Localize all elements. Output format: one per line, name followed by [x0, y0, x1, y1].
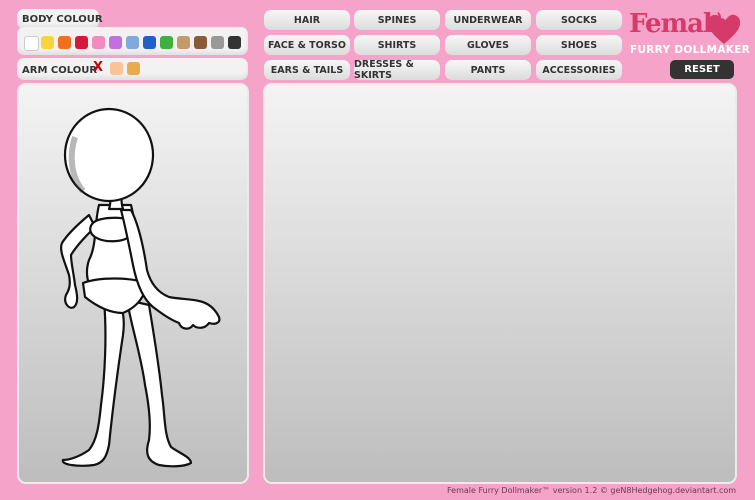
logo-subtitle: FURRY DOLLMAKER	[630, 44, 751, 56]
body-colour-label: BODY COLOUR	[22, 14, 103, 25]
body-colour-swatch[interactable]	[75, 36, 88, 49]
category-button[interactable]: SHOES	[536, 35, 622, 55]
category-button[interactable]: GLOVES	[445, 35, 531, 55]
heart-logo-icon	[707, 12, 741, 44]
category-button[interactable]: ACCESSORIES	[536, 60, 622, 80]
doll-figure-icon[interactable]	[19, 85, 247, 482]
body-colour-swatch[interactable]	[177, 36, 190, 49]
items-panel	[263, 83, 737, 484]
category-button[interactable]: SHIRTS	[354, 35, 440, 55]
category-button[interactable]: HAIR	[264, 10, 350, 30]
arm-colour-label: ARM COLOUR	[22, 65, 98, 76]
category-button[interactable]: SPINES	[354, 10, 440, 30]
body-colour-swatch[interactable]	[109, 36, 122, 49]
reset-button[interactable]: RESET	[670, 60, 734, 79]
body-colour-swatch[interactable]	[143, 36, 156, 49]
category-button[interactable]: DRESSES & SKIRTS	[354, 59, 440, 81]
arm-colour-swatch[interactable]	[110, 62, 123, 75]
arm-colour-swatch[interactable]	[127, 62, 140, 75]
body-colour-swatch[interactable]	[41, 36, 54, 49]
doll-preview-panel	[17, 83, 249, 484]
category-button[interactable]: UNDERWEAR	[445, 10, 531, 30]
body-colour-swatch[interactable]	[194, 36, 207, 49]
category-button[interactable]: PANTS	[445, 60, 531, 80]
body-colour-swatch[interactable]	[24, 36, 39, 51]
no-arm-colour-button[interactable]: X	[93, 61, 103, 75]
body-colour-swatch[interactable]	[211, 36, 224, 49]
body-colour-swatch[interactable]	[92, 36, 105, 49]
body-colour-swatch[interactable]	[126, 36, 139, 49]
footer-credit: Female Furry Dollmaker™ version 1.2 © ge…	[447, 486, 737, 495]
category-button[interactable]: FACE & TORSO	[264, 35, 350, 55]
category-button[interactable]: EARS & TAILS	[264, 60, 350, 80]
category-button[interactable]: SOCKS	[536, 10, 622, 30]
body-colour-swatch[interactable]	[58, 36, 71, 49]
body-colour-swatch[interactable]	[228, 36, 241, 49]
body-colour-swatch[interactable]	[160, 36, 173, 49]
